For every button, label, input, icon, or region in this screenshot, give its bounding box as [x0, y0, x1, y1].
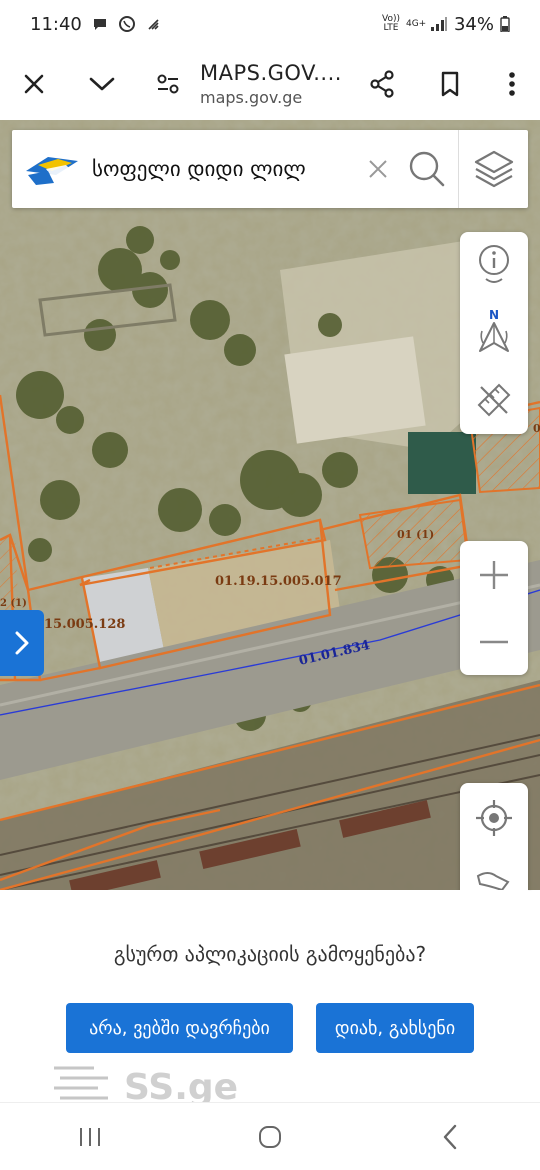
zoom-controls: [460, 541, 528, 675]
chevron-down-icon: [89, 77, 115, 91]
open-app-question: გსურთ აპლიკაციის გამოყენება?: [113, 942, 427, 966]
ruler-pencil-icon: [477, 383, 511, 417]
chat-icon: [93, 19, 106, 30]
clear-search-button[interactable]: [360, 159, 396, 179]
status-right: Vo)) LTE 4G+ 34%: [382, 14, 510, 35]
napr-logo-icon: [26, 157, 78, 185]
info-button[interactable]: [460, 232, 528, 296]
close-tab-button[interactable]: [0, 48, 68, 120]
signal-strength-icon: [148, 19, 159, 30]
status-left: 11:40: [30, 14, 162, 35]
site-settings-button[interactable]: [136, 48, 200, 120]
search-button[interactable]: [396, 130, 458, 208]
bookmark-icon: [441, 71, 459, 97]
aerial-imagery: 01.19.15.005.017 15.005.128 01 (1) 2 (1)…: [0, 120, 540, 890]
share-button[interactable]: [348, 48, 416, 120]
chevron-right-icon: [15, 631, 29, 655]
compass-north-icon: N: [479, 308, 509, 352]
expand-sidebar-button[interactable]: [0, 610, 44, 676]
home-button[interactable]: [230, 1107, 310, 1167]
page-title-block[interactable]: MAPS.GOV.... maps.gov.ge: [200, 61, 348, 107]
parcel-label-left: 2 (1): [0, 598, 27, 609]
viber-icon: [118, 16, 135, 32]
crosshair-icon: [476, 800, 512, 836]
map-search-bar: სოფელი დიდი ლილ: [12, 130, 528, 208]
tune-icon: [157, 74, 179, 94]
layers-icon: [474, 150, 513, 188]
status-bar: 11:40 Vo)) LTE 4G+ 34%: [0, 0, 540, 48]
compass-button[interactable]: N: [460, 296, 528, 368]
parcel-label-main: 01.19.15.005.017: [215, 574, 342, 589]
plus-icon: [480, 560, 508, 589]
back-button[interactable]: [410, 1107, 490, 1167]
close-icon: [24, 74, 44, 94]
close-icon: [369, 160, 387, 178]
parcel-label-128: 15.005.128: [44, 617, 125, 632]
page-url: maps.gov.ge: [200, 88, 303, 107]
zoom-in-button[interactable]: [460, 541, 528, 608]
compass-north-label: N: [489, 308, 499, 322]
map-tools-panel: N: [460, 232, 528, 434]
battery-percent: 34%: [453, 13, 494, 35]
parcel-label-right: 0: [533, 422, 540, 435]
zoom-out-button[interactable]: [460, 608, 528, 675]
volte-indicator: Vo)) LTE: [381, 14, 400, 33]
back-icon: [443, 1124, 457, 1149]
measure-button[interactable]: [460, 368, 528, 432]
recents-button[interactable]: [50, 1107, 130, 1167]
minus-icon: [480, 640, 508, 643]
minimize-tab-button[interactable]: [68, 48, 136, 120]
cell-signal-icon: [430, 17, 447, 31]
search-input[interactable]: სოფელი დიდი ლილ: [92, 157, 360, 181]
locate-me-button[interactable]: [460, 783, 528, 853]
page-title: MAPS.GOV....: [200, 61, 342, 85]
more-vert-icon: [509, 72, 515, 96]
stay-in-web-button[interactable]: არა, ვებში დავრჩები: [66, 1003, 293, 1053]
system-nav-bar: [0, 1102, 540, 1170]
browser-toolbar: MAPS.GOV.... maps.gov.ge: [0, 48, 540, 120]
bookmark-button[interactable]: [416, 48, 484, 120]
recents-icon: [80, 1127, 100, 1146]
battery-icon: [500, 16, 510, 32]
clock: 11:40: [30, 13, 82, 35]
network-type: 4G+: [405, 18, 427, 29]
share-icon: [370, 70, 394, 98]
napr-logo[interactable]: [12, 130, 92, 208]
home-icon: [259, 1125, 281, 1148]
layers-button[interactable]: [458, 130, 528, 208]
info-pin-icon: [479, 245, 509, 283]
parcel-label-01: 01 (1): [397, 528, 434, 541]
search-icon: [409, 151, 445, 187]
open-app-button[interactable]: დიახ, გახსენი: [316, 1003, 474, 1053]
map-canvas[interactable]: 01.19.15.005.017 15.005.128 01 (1) 2 (1)…: [0, 120, 540, 890]
more-options-button[interactable]: [484, 48, 540, 120]
